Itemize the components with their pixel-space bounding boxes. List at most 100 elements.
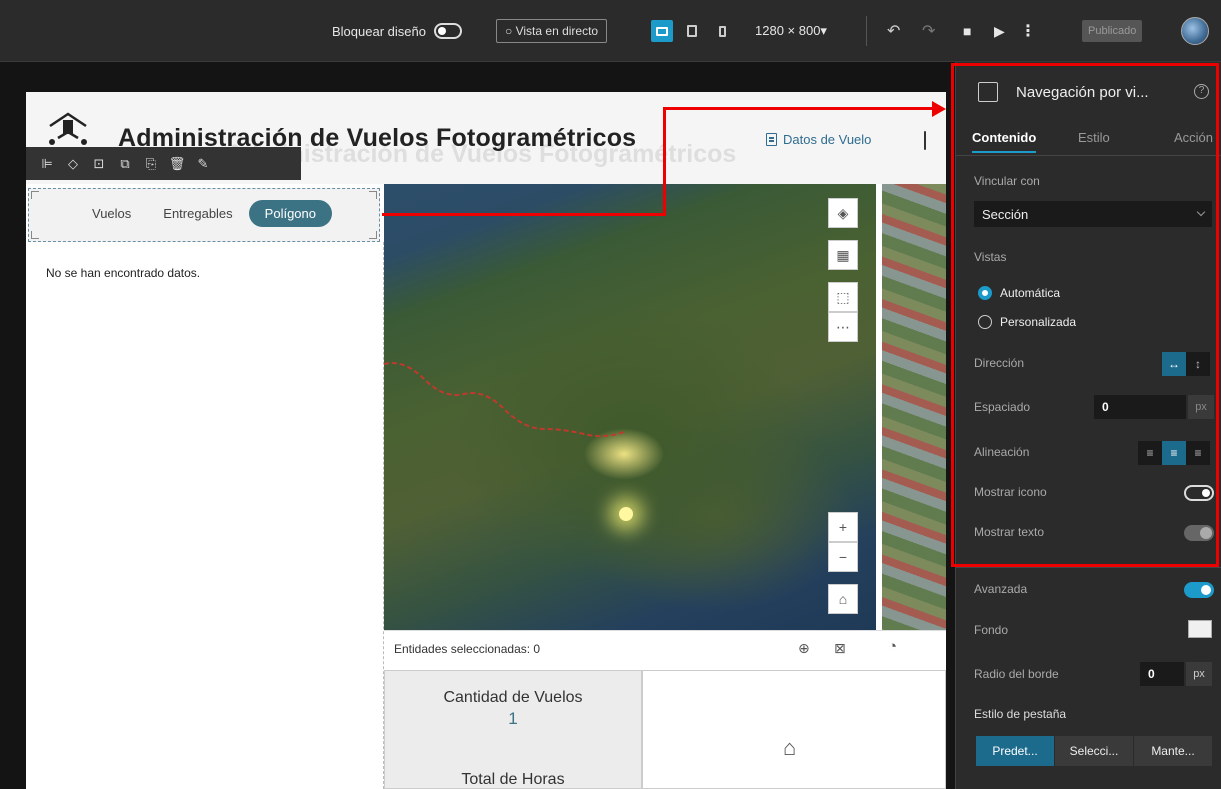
more-tools-icon[interactable]: ⋯	[828, 312, 858, 342]
align-center-icon[interactable]: ≡	[1162, 441, 1186, 465]
annotation-line	[382, 213, 666, 216]
advanced-label: Avanzada	[974, 582, 1028, 596]
view-custom-label: Personalizada	[1000, 315, 1077, 329]
chevron-down-icon	[1196, 207, 1206, 217]
map-selection-bar: Entidades seleccionadas: 0 ⊕ ⊠ ◔	[384, 630, 946, 666]
lock-layout-toggle[interactable]	[433, 23, 462, 39]
document-icon	[766, 133, 777, 146]
total-hours-label: Total de Horas	[461, 771, 565, 788]
undo-icon[interactable]: ↶	[887, 0, 900, 62]
live-view-button[interactable]: ○ Vista en directo	[496, 19, 608, 43]
save-icon[interactable]: ■	[963, 0, 971, 62]
more-menu-icon[interactable]: ⋮	[1020, 0, 1036, 62]
desktop-view-icon[interactable]	[651, 20, 673, 42]
map-highlight-point	[619, 507, 633, 521]
tab-accion[interactable]: Acción	[1174, 130, 1213, 145]
border-radius-input[interactable]: 0	[1140, 662, 1184, 686]
delete-icon[interactable]: 🗑	[164, 156, 190, 172]
tab-contenido[interactable]: Contenido	[972, 130, 1037, 153]
show-icon-toggle[interactable]	[1184, 485, 1214, 501]
empty-box-icon: ⌂	[783, 735, 797, 760]
publish-button[interactable]: Publicado	[1082, 20, 1143, 42]
redo-icon[interactable]: ↷	[922, 0, 935, 62]
save-template-icon[interactable]: ⎘	[138, 156, 164, 172]
help-icon[interactable]: ?	[1194, 84, 1209, 99]
widget-floating-toolbar: ⊫ ◇ ⊡ ⧉ ⎘ 🗑 ✎	[26, 147, 301, 180]
panel-divider	[956, 567, 1221, 568]
settings-panel: Navegación por vi... ? Contenido Estilo …	[955, 62, 1221, 789]
zoom-to-selection-icon[interactable]: ⊕	[798, 640, 810, 657]
vertical-direction-icon[interactable]: ↕	[1186, 352, 1210, 376]
live-view-label: Vista en directo	[515, 24, 599, 38]
resolution-select[interactable]: 1280 × 800▾	[755, 0, 827, 62]
show-text-toggle[interactable]	[1184, 525, 1214, 541]
background-color-swatch[interactable]	[1188, 620, 1212, 638]
advanced-toggle[interactable]	[1184, 582, 1214, 598]
duplicate-icon[interactable]: ⧉	[112, 156, 138, 172]
select-tool-icon[interactable]: ⬚	[828, 282, 858, 312]
link-select[interactable]: Sección	[974, 201, 1212, 227]
horizontal-direction-icon[interactable]: ↔	[1162, 352, 1186, 376]
view-auto-radio[interactable]	[978, 286, 992, 300]
annotation-line	[663, 107, 666, 216]
select-options-icon[interactable]: ◔	[888, 638, 897, 655]
map-divider	[876, 184, 882, 630]
basemap-gallery-icon[interactable]: ▦	[828, 240, 858, 270]
tab-style-selected[interactable]: Selecci...	[1055, 736, 1133, 766]
layers-icon[interactable]: ◇	[60, 156, 86, 172]
alignment-label: Alineación	[974, 445, 1030, 459]
view-auto-label: Automática	[1000, 286, 1061, 300]
flights-count-value: 1	[508, 709, 518, 728]
map-imagery-strip	[876, 184, 946, 630]
list-panel: No se han encontrado datos.	[26, 242, 384, 789]
show-text-label: Mostrar texto	[974, 525, 1045, 539]
placeholder-widget[interactable]: ⌂	[642, 670, 946, 789]
stats-widget: Cantidad de Vuelos 1 Total de Horas	[384, 670, 642, 789]
lock-layout[interactable]: Bloquear diseño	[332, 0, 462, 62]
unlock-icon[interactable]: ⊡	[86, 156, 112, 172]
tab-estilo[interactable]: Estilo	[1078, 130, 1110, 145]
border-radius-unit: px	[1186, 662, 1212, 686]
tab-poligono[interactable]: Polígono	[248, 200, 332, 227]
phone-view-icon[interactable]	[711, 20, 733, 42]
style-brush-icon[interactable]: ✎	[190, 156, 216, 172]
border-line	[384, 362, 625, 438]
tablet-view-icon[interactable]	[681, 20, 703, 42]
tab-style-hover[interactable]: Mante...	[1134, 736, 1212, 766]
tab-entregables[interactable]: Entregables	[147, 200, 248, 227]
show-icon-label: Mostrar icono	[974, 485, 1047, 499]
app-header: Administración de Vuelos Fotogramétricos…	[26, 92, 946, 184]
user-avatar[interactable]	[1181, 17, 1209, 45]
selection-count: Entidades seleccionadas: 0	[394, 642, 541, 656]
align-icon[interactable]: ⊫	[34, 156, 60, 172]
link-label: Vincular con	[974, 174, 1040, 188]
zoom-in-icon[interactable]: +	[828, 512, 858, 542]
views-label: Vistas	[974, 250, 1007, 264]
tab-style-default[interactable]: Predet...	[976, 736, 1054, 766]
nav-item-datos-vuelo[interactable]: Datos de Vuelo	[766, 132, 871, 147]
tab-vuelos[interactable]: Vuelos	[76, 200, 147, 227]
spacing-input[interactable]: 0	[1094, 395, 1186, 419]
view-custom-radio[interactable]	[978, 315, 992, 329]
home-icon[interactable]: ⌂	[828, 584, 858, 614]
panel-header: Navegación por vi... ?	[956, 62, 1221, 124]
link-select-value: Sección	[982, 207, 1029, 222]
align-right-icon[interactable]: ≡	[1186, 441, 1210, 465]
panel-tabs: Contenido Estilo Acción	[956, 124, 1221, 156]
align-left-icon[interactable]: ≡	[1138, 441, 1162, 465]
panel-title: Navegación por vi...	[1016, 84, 1149, 101]
preview-icon[interactable]: ▶	[994, 0, 1005, 62]
annotation-arrow	[932, 101, 946, 117]
map-view[interactable]: ◈ ▦ ⬚ ⋯ + − ⌂	[384, 184, 876, 630]
top-toolbar: Bloquear diseño ○ Vista en directo 1280 …	[0, 0, 1221, 62]
builder-root: Bloquear diseño ○ Vista en directo 1280 …	[0, 0, 1221, 789]
nav-item-label: Datos de Vuelo	[783, 132, 872, 147]
lock-layout-label: Bloquear diseño	[332, 23, 426, 39]
views-navigation-widget[interactable]: Vuelos Entregables Polígono	[28, 188, 380, 242]
zoom-out-icon[interactable]: −	[828, 542, 858, 572]
clear-selection-icon[interactable]: ⊠	[834, 640, 846, 657]
widget-icon	[978, 82, 998, 102]
flights-count-label: Cantidad de Vuelos	[443, 689, 583, 706]
layers-icon[interactable]: ◈	[828, 198, 858, 228]
nav-item-document-icon[interactable]	[924, 131, 926, 150]
